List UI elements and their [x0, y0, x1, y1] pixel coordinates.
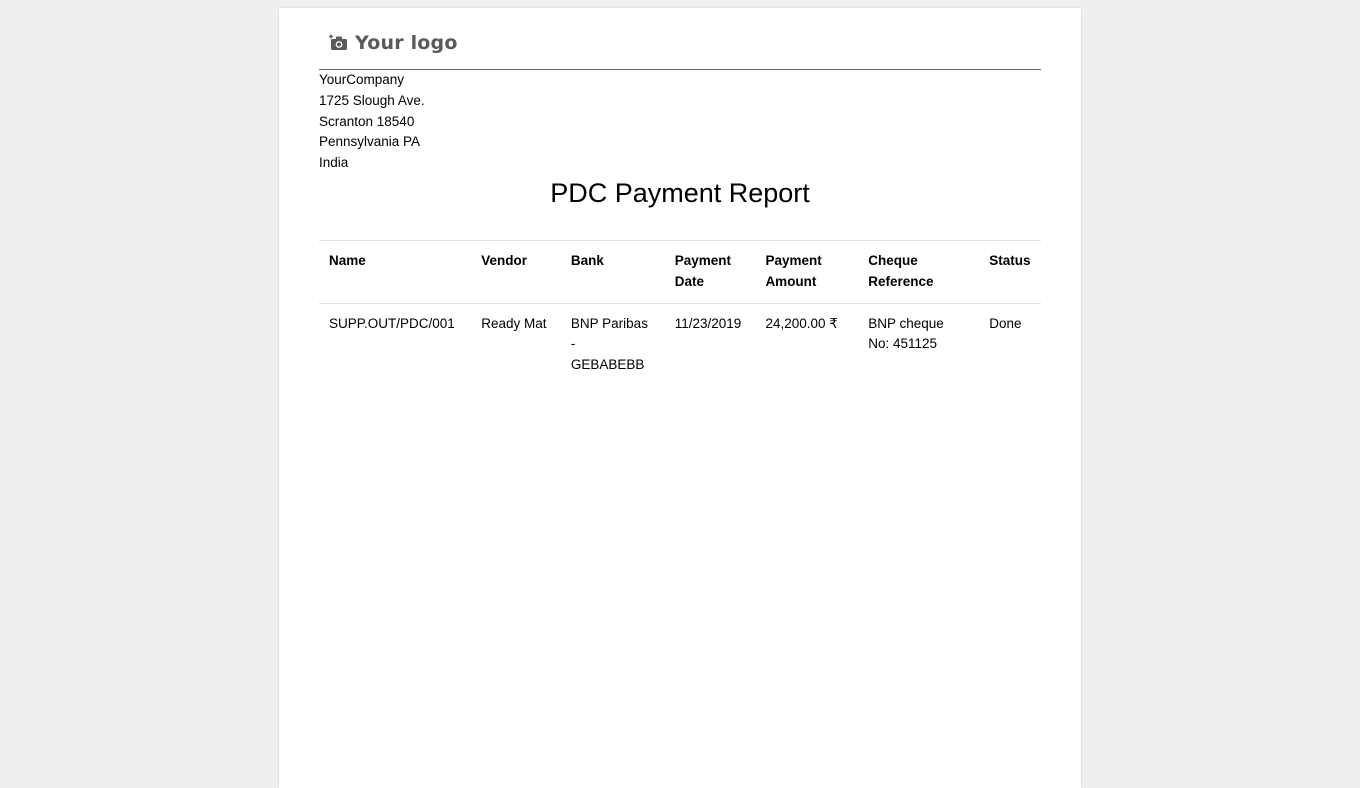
company-name: YourCompany — [319, 72, 405, 87]
camera-icon — [329, 34, 347, 50]
report-sheet: Your logo YourCompany 1725 Slough Ave. S… — [279, 8, 1081, 788]
company-country: India — [319, 155, 349, 171]
pdc-payment-table: Name Vendor Bank Payment Date Payment Amou… — [319, 240, 1041, 386]
company-street: 1725 Slough Ave. — [319, 92, 425, 108]
company-city-zip: Scranton 18540 — [319, 113, 415, 129]
cell-status: Done — [989, 315, 1022, 331]
report-title: PDC Payment Report — [550, 178, 810, 208]
column-header-name: Name — [319, 240, 472, 304]
column-header-status: Status — [979, 240, 1041, 304]
cell-name: SUPP.OUT/PDC/001 — [329, 315, 455, 331]
logo-text: Your logo — [355, 32, 458, 54]
report-header: Your logo — [319, 30, 1041, 70]
company-logo: Your logo — [329, 32, 458, 54]
table-row: SUPP.OUT/PDC/001 Ready Mat BNP Paribas - G… — [319, 303, 1041, 386]
column-header-payment-date: Payment Date — [664, 240, 756, 304]
cell-payment-date: 11/23/2019 — [674, 315, 742, 331]
column-header-vendor: Vendor — [471, 240, 561, 304]
column-header-cheque-reference: Cheque Reference — [858, 240, 980, 304]
company-state: Pennsylvania PA — [319, 134, 421, 150]
company-address: YourCompany 1725 Slough Ave. Scranton 18… — [319, 70, 425, 174]
cell-payment-amount: 24,200.00 ₹ — [765, 315, 838, 331]
cell-bank: BNP Paribas - GEBABEBB — [570, 315, 648, 373]
column-header-payment-amount: Payment Amount — [755, 240, 859, 304]
table-header-row: Name Vendor Bank Payment Date Payment Amou… — [319, 240, 1041, 304]
column-header-bank: Bank — [560, 240, 665, 304]
cell-vendor: Ready Mat — [481, 315, 547, 331]
cell-cheque-reference: BNP cheque No: 451125 — [868, 315, 944, 352]
